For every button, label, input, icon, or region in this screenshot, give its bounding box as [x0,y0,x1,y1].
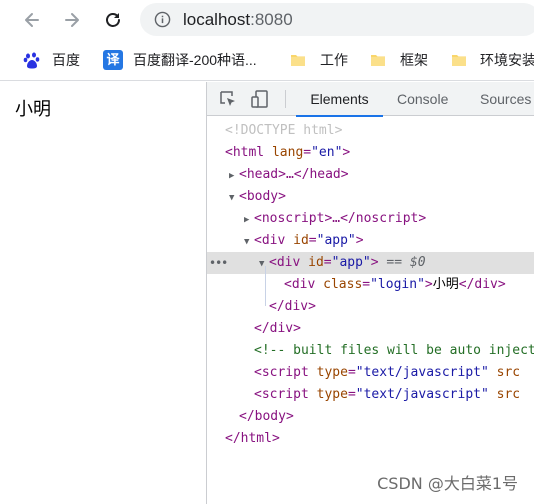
attr-value: "text/javascript" [355,365,489,380]
attr-name: src [496,365,521,380]
inspect-element-icon[interactable] [218,89,238,109]
bookmark-baidu[interactable]: 百度 [23,50,80,70]
bookmark-baidu-fanyi[interactable]: 译 百度翻译-200种语... [103,50,257,70]
tag-div: <div [269,255,301,270]
reload-button[interactable] [101,8,125,32]
dom-line-script-2[interactable]: <script type="text/javascript" src [207,384,534,406]
device-toolbar-icon[interactable] [250,89,270,109]
doctype-text: <!DOCTYPE html> [225,123,343,138]
selected-node-marker: == $0 [386,255,426,270]
tab-elements[interactable]: Elements [296,82,383,117]
page-viewport: 小明 [0,82,206,504]
tag-html: <html [225,145,265,160]
bookmark-folder-env[interactable]: 环境安装 [451,50,534,70]
attr-name: id [293,233,309,248]
toolbar-divider [285,90,286,108]
arrow-right-icon [65,13,79,27]
bookmark-label: 百度 [52,52,80,68]
bookmarks-bar: 百度 译 百度翻译-200种语... 工作 框架 环境安装 [0,40,534,81]
folder-icon [452,55,466,66]
tag-script: <script [254,387,309,402]
url-text[interactable]: localhost:8080 [183,9,293,30]
bookmark-label: 环境安装 [480,52,534,68]
translate-icon: 译 [103,50,123,70]
tag-body-close: </body> [239,409,294,424]
arrow-left-icon [25,13,39,27]
dom-line-div-close-outer[interactable]: </div> [207,318,534,340]
back-button[interactable] [20,8,44,32]
attr-value: "en" [311,145,343,160]
dom-line-body[interactable]: ▼ <body> [207,186,534,208]
watermark: CSDN @大白菜1号 [377,474,518,493]
devtools-tabbar: Elements Console Sources [207,82,534,117]
tag-div: <div [254,233,286,248]
dom-line-comment[interactable]: <!-- built files will be auto injected -… [207,340,534,362]
dom-line-doctype[interactable]: <!DOCTYPE html> [207,120,534,142]
browser-toolbar: localhost:8080 [0,0,534,40]
bookmark-folder-framework[interactable]: 框架 [370,50,428,70]
attr-value: "app" [316,233,356,248]
attr-value: "text/javascript" [355,387,489,402]
tab-console[interactable]: Console [397,82,448,116]
bookmark-label: 框架 [400,52,428,68]
tag-noscript: <noscript>…</noscript> [254,211,427,226]
dom-line-noscript[interactable]: ▶ <noscript>…</noscript> [207,208,534,230]
more-options-icon[interactable]: ••• [209,252,228,274]
dom-line-script-1[interactable]: <script type="text/javascript" src [207,362,534,384]
baidu-paw-icon [23,52,40,69]
collapse-triangle-icon[interactable]: ▼ [259,253,269,275]
folder-icon [371,55,385,66]
tag-div: <div [284,277,316,292]
bookmark-label: 工作 [320,52,348,68]
page-text: 小明 [15,99,51,119]
tag-script: <script [254,365,309,380]
forward-button[interactable] [60,8,84,32]
folder-icon [291,55,305,66]
comment-node: <!-- built files will be auto injected -… [254,343,534,358]
attr-name: type [316,387,348,402]
dom-line-head[interactable]: ▶ <head>…</head> [207,164,534,186]
collapse-triangle-icon[interactable]: ▼ [244,231,254,253]
dom-line-div-close[interactable]: </div> [207,296,534,318]
attr-name: class [323,277,363,292]
bookmark-folder-work[interactable]: 工作 [290,50,348,70]
collapse-triangle-icon[interactable]: ▼ [229,187,239,209]
tag-head: <head>…</head> [239,167,349,182]
url-host: localhost [183,10,251,29]
reload-icon [106,13,120,27]
dom-line-div-app-selected[interactable]: ••• ▼ <div id="app"> == $0 [207,252,534,274]
tag-html-close: </html> [225,431,280,446]
tag-body: <body> [239,189,286,204]
tab-sources[interactable]: Sources [480,82,531,116]
dom-line-html-close[interactable]: </html> [207,428,534,450]
tag-div-close: </div> [458,277,506,292]
dom-tree: <!DOCTYPE html> <html lang="en"> ▶ <head>… [207,117,534,504]
expand-triangle-icon[interactable]: ▶ [244,209,254,231]
dom-line-div-app[interactable]: ▼ <div id="app"> [207,230,534,252]
url-port: :8080 [250,10,293,29]
devtools-panel: Elements Console Sources <!DOCTYPE html>… [206,82,534,504]
address-bar[interactable]: localhost:8080 [140,3,534,36]
expand-triangle-icon[interactable]: ▶ [229,165,239,187]
bookmark-label: 百度翻译-200种语... [133,52,257,68]
attr-name: src [496,387,521,402]
tag-div-close: </div> [269,299,316,314]
dom-line-body-close[interactable]: </body> [207,406,534,428]
info-icon[interactable] [154,11,171,28]
dom-line-html[interactable]: <html lang="en"> [207,142,534,164]
attr-name: id [308,255,324,270]
attr-name: lang [271,145,304,160]
attr-name: type [316,365,348,380]
attr-value: "login" [370,277,425,292]
tag-div-close: </div> [254,321,301,336]
attr-value: "app" [331,255,371,270]
dom-line-div-login[interactable]: <div class="login">小明</div> [207,274,534,296]
text-node: 小明 [432,277,459,292]
